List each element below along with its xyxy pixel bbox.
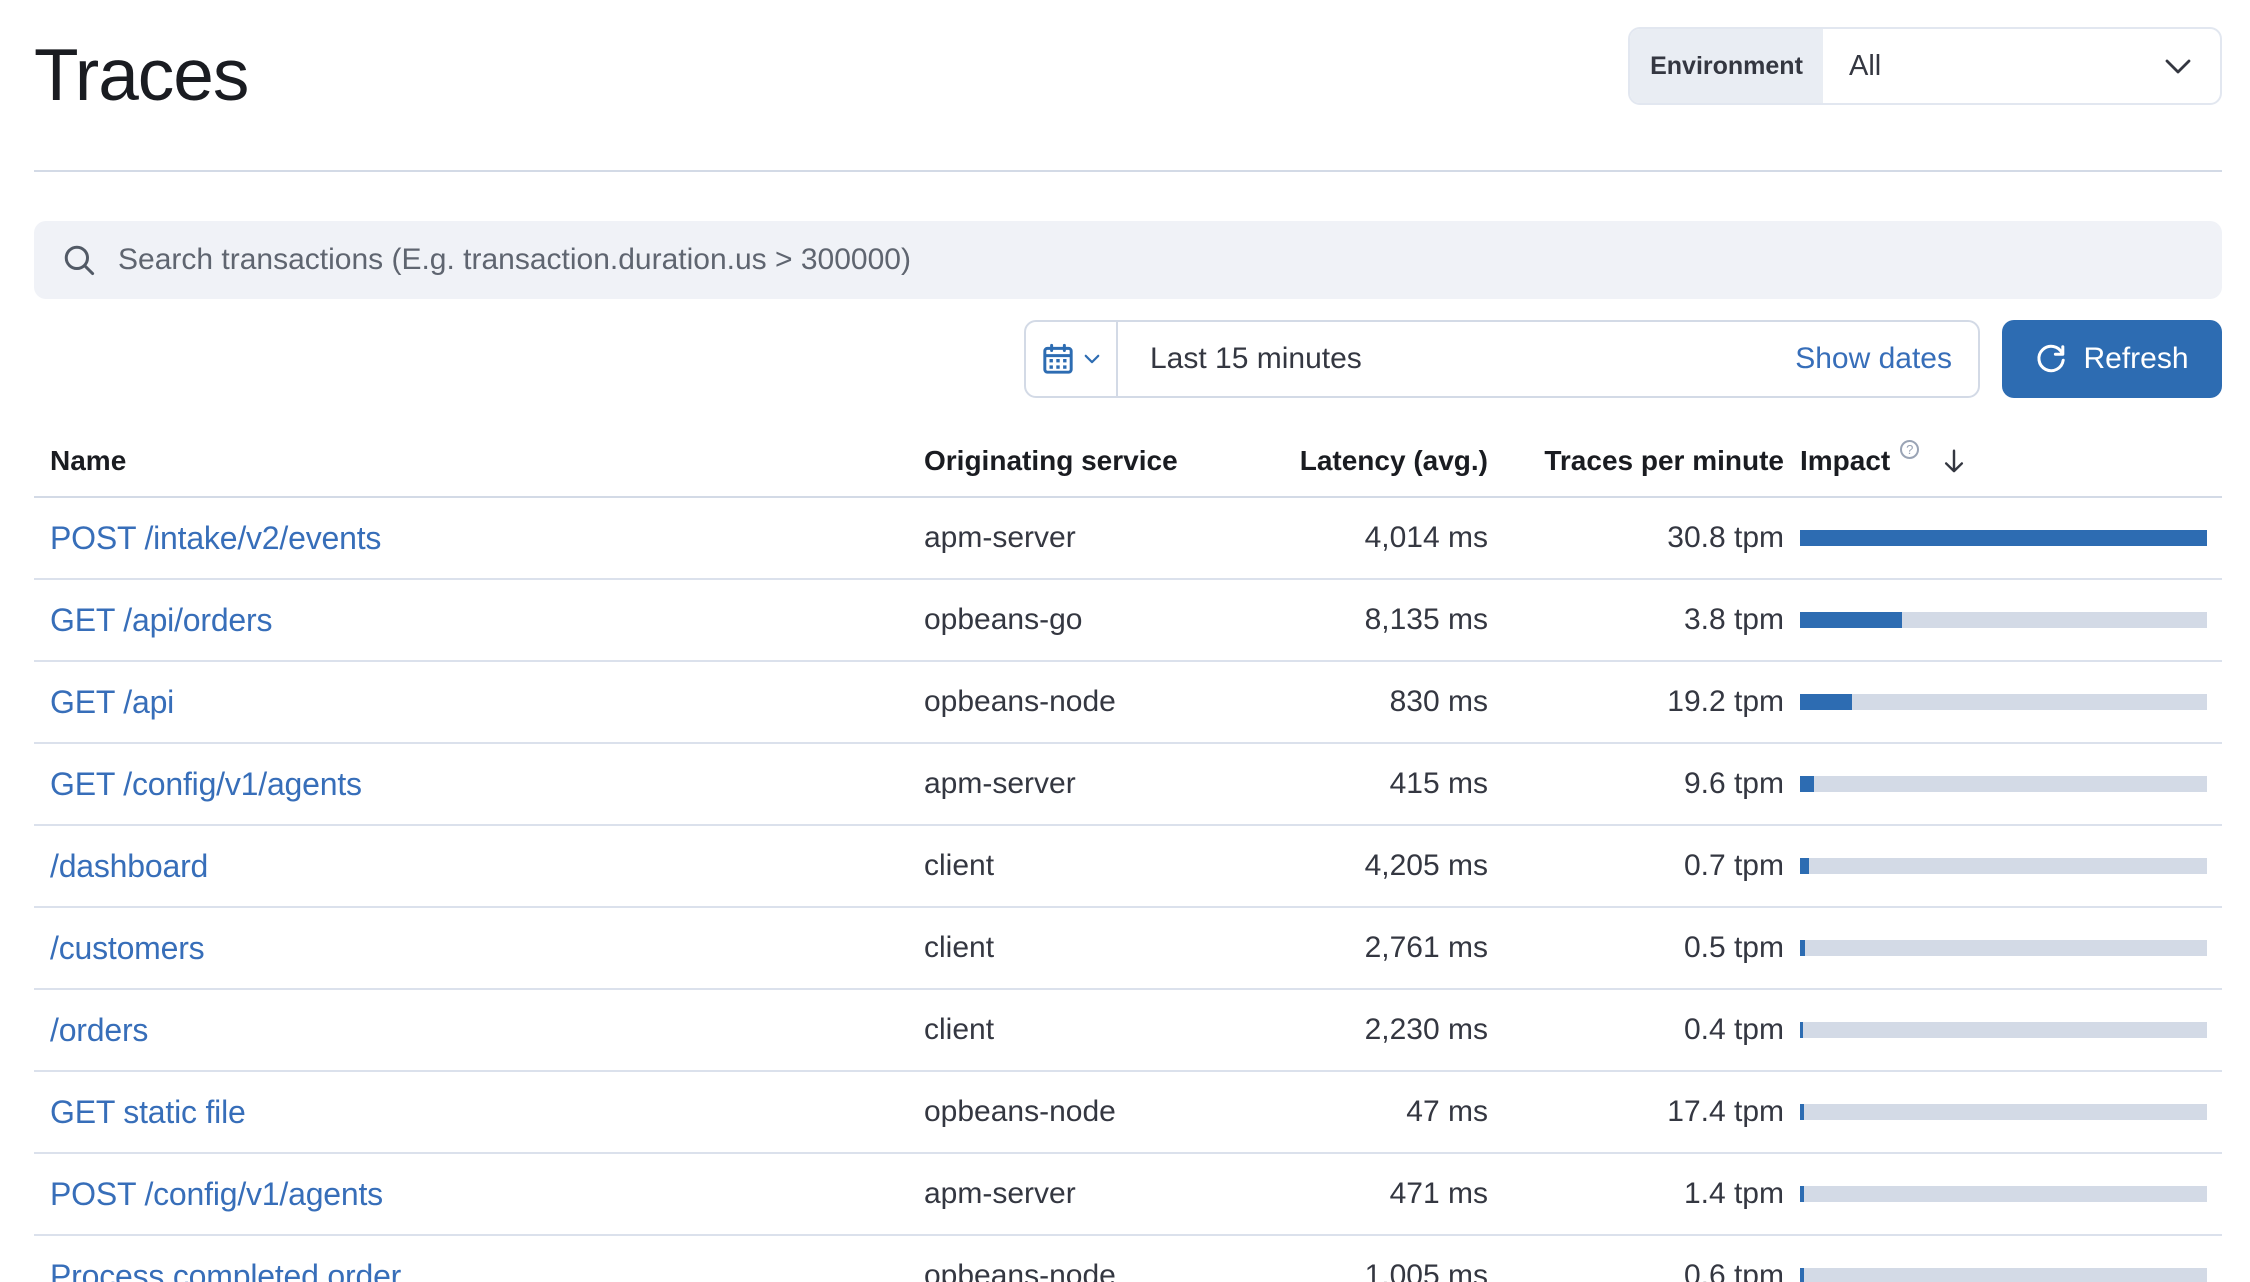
- impact-bar: [1800, 1186, 2207, 1202]
- environment-value[interactable]: All: [1823, 29, 2220, 103]
- impact-bar-fill: [1800, 1022, 1803, 1038]
- transaction-link[interactable]: /dashboard: [50, 848, 208, 884]
- environment-selected-option: All: [1849, 50, 1881, 83]
- transaction-link[interactable]: GET static file: [50, 1094, 246, 1130]
- refresh-button-label: Refresh: [2083, 342, 2188, 376]
- impact-bar-fill: [1800, 940, 1805, 956]
- column-header-service[interactable]: Originating service: [924, 445, 1264, 477]
- latency-value: 830 ms: [1264, 685, 1488, 719]
- page-header: Traces Environment All: [34, 0, 2222, 172]
- latency-value: 2,230 ms: [1264, 1013, 1488, 1047]
- impact-bar: [1800, 858, 2207, 874]
- date-picker[interactable]: Last 15 minutes Show dates: [1024, 320, 1980, 398]
- impact-bar: [1800, 1022, 2207, 1038]
- tpm-value: 0.7 tpm: [1488, 849, 1784, 883]
- originating-service: client: [924, 849, 1264, 883]
- transaction-link[interactable]: Process completed order: [50, 1258, 401, 1282]
- latency-value: 415 ms: [1264, 767, 1488, 801]
- originating-service: client: [924, 1013, 1264, 1047]
- environment-select[interactable]: Environment All: [1628, 27, 2222, 105]
- impact-bar: [1800, 612, 2207, 628]
- impact-bar: [1800, 694, 2207, 710]
- tpm-value: 0.5 tpm: [1488, 931, 1784, 965]
- originating-service: apm-server: [924, 767, 1264, 801]
- impact-bar: [1800, 776, 2207, 792]
- search-input[interactable]: Search transactions (E.g. transaction.du…: [34, 221, 2222, 299]
- quick-select-button[interactable]: [1026, 322, 1118, 396]
- impact-bar: [1800, 940, 2207, 956]
- tpm-value: 9.6 tpm: [1488, 767, 1784, 801]
- latency-value: 47 ms: [1264, 1095, 1488, 1129]
- calendar-icon: [1041, 342, 1075, 376]
- originating-service: client: [924, 931, 1264, 965]
- impact-bar-fill: [1800, 776, 1814, 792]
- show-dates-link[interactable]: Show dates: [1795, 342, 1952, 376]
- tpm-value: 3.8 tpm: [1488, 603, 1784, 637]
- transaction-link[interactable]: /customers: [50, 930, 205, 966]
- impact-bar: [1800, 1268, 2207, 1282]
- impact-bar-fill: [1800, 612, 1902, 628]
- latency-value: 2,761 ms: [1264, 931, 1488, 965]
- table-row: POST /intake/v2/events apm-server 4,014 …: [34, 498, 2222, 580]
- tpm-value: 1.4 tpm: [1488, 1177, 1784, 1211]
- table-row: POST /config/v1/agents apm-server 471 ms…: [34, 1154, 2222, 1236]
- date-range-value[interactable]: Last 15 minutes: [1150, 342, 1362, 376]
- originating-service: opbeans-node: [924, 1095, 1264, 1129]
- latency-value: 1,005 ms: [1264, 1259, 1488, 1282]
- latency-value: 4,014 ms: [1264, 521, 1488, 555]
- transaction-link[interactable]: POST /config/v1/agents: [50, 1176, 383, 1212]
- originating-service: opbeans-node: [924, 1259, 1264, 1282]
- table-row: GET /api opbeans-node 830 ms 19.2 tpm: [34, 662, 2222, 744]
- table-row: /customers client 2,761 ms 0.5 tpm: [34, 908, 2222, 990]
- latency-value: 4,205 ms: [1264, 849, 1488, 883]
- question-in-circle-icon[interactable]: ?: [1900, 440, 1919, 459]
- tpm-value: 19.2 tpm: [1488, 685, 1784, 719]
- refresh-icon: [2035, 343, 2067, 375]
- impact-bar-fill: [1800, 694, 1852, 710]
- impact-bar: [1800, 530, 2207, 546]
- originating-service: opbeans-node: [924, 685, 1264, 719]
- originating-service: apm-server: [924, 521, 1264, 555]
- table-row: GET /api/orders opbeans-go 8,135 ms 3.8 …: [34, 580, 2222, 662]
- tpm-value: 30.8 tpm: [1488, 521, 1784, 555]
- sort-descending-icon: [1939, 446, 1969, 476]
- table-row: Process completed order opbeans-node 1,0…: [34, 1236, 2222, 1282]
- column-header-name[interactable]: Name: [34, 445, 924, 477]
- table-row: GET /config/v1/agents apm-server 415 ms …: [34, 744, 2222, 826]
- transaction-link[interactable]: GET /api/orders: [50, 602, 272, 638]
- chevron-down-icon: [2162, 50, 2194, 82]
- latency-value: 8,135 ms: [1264, 603, 1488, 637]
- table-header-row: Name Originating service Latency (avg.) …: [34, 426, 2222, 498]
- impact-bar-fill: [1800, 858, 1809, 874]
- environment-label: Environment: [1630, 29, 1823, 103]
- traces-table: Name Originating service Latency (avg.) …: [34, 426, 2222, 1282]
- column-header-impact[interactable]: Impact ?: [1784, 445, 2222, 477]
- table-row: /dashboard client 4,205 ms 0.7 tpm: [34, 826, 2222, 908]
- search-placeholder: Search transactions (E.g. transaction.du…: [118, 243, 911, 277]
- tpm-value: 17.4 tpm: [1488, 1095, 1784, 1129]
- chevron-down-icon: [1082, 349, 1102, 369]
- tpm-value: 0.6 tpm: [1488, 1259, 1784, 1282]
- latency-value: 471 ms: [1264, 1177, 1488, 1211]
- column-header-tpm[interactable]: Traces per minute: [1488, 445, 1784, 477]
- transaction-link[interactable]: POST /intake/v2/events: [50, 520, 381, 556]
- transaction-link[interactable]: GET /api: [50, 684, 174, 720]
- impact-bar: [1800, 1104, 2207, 1120]
- refresh-button[interactable]: Refresh: [2002, 320, 2222, 398]
- table-row: /orders client 2,230 ms 0.4 tpm: [34, 990, 2222, 1072]
- originating-service: apm-server: [924, 1177, 1264, 1211]
- transaction-link[interactable]: GET /config/v1/agents: [50, 766, 362, 802]
- originating-service: opbeans-go: [924, 603, 1264, 637]
- impact-bar-fill: [1800, 1186, 1804, 1202]
- transaction-link[interactable]: /orders: [50, 1012, 148, 1048]
- tpm-value: 0.4 tpm: [1488, 1013, 1784, 1047]
- search-icon: [62, 243, 96, 277]
- impact-bar-fill: [1800, 530, 2207, 546]
- table-row: GET static file opbeans-node 47 ms 17.4 …: [34, 1072, 2222, 1154]
- impact-bar-fill: [1800, 1104, 1804, 1120]
- impact-bar-fill: [1800, 1268, 1804, 1282]
- column-header-latency[interactable]: Latency (avg.): [1264, 445, 1488, 477]
